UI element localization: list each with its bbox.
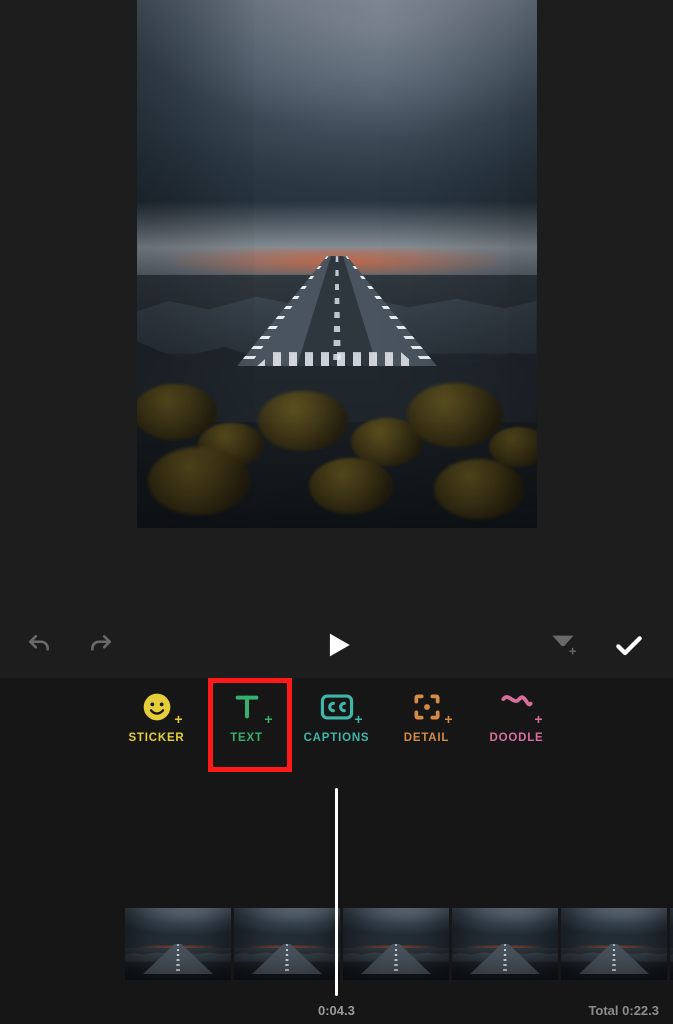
timeline[interactable]: 0:04.3 Total 0:22.3 [0,788,673,1024]
tool-doodle[interactable]: + DOODLE [482,690,552,744]
tool-text[interactable]: + TEXT [212,690,282,744]
tool-sticker[interactable]: + STICKER [122,690,192,744]
filter-button[interactable]: + [545,627,581,666]
tool-doodle-label: DOODLE [490,732,544,744]
focus-plus-icon: + [405,690,449,724]
timeline-clip-strip[interactable] [125,908,673,980]
play-button[interactable] [316,624,358,669]
timeline-thumbnail[interactable] [343,908,449,980]
check-icon [613,649,645,664]
tool-captions-label: CAPTIONS [304,732,370,744]
tool-detail[interactable]: + DETAIL [392,690,462,744]
tool-sticker-label: STICKER [128,732,184,744]
tool-detail-label: DETAIL [404,732,449,744]
undo-icon [26,646,52,661]
playback-controls: + [0,614,673,678]
timeline-thumbnail[interactable] [234,908,340,980]
video-editor-screen: + + STICKER + [0,0,673,1024]
cc-plus-icon: + [315,690,359,724]
done-button[interactable] [609,625,649,668]
timeline-current-time: 0:04.3 [318,1003,355,1018]
tool-text-label: TEXT [230,732,263,744]
video-preview[interactable] [137,0,537,528]
tool-captions[interactable]: + CAPTIONS [302,690,372,744]
squiggle-plus-icon: + [495,690,539,724]
redo-icon [88,646,114,661]
smiley-plus-icon: + [135,690,179,724]
timeline-playhead[interactable] [335,788,338,996]
funnel-plus-icon: + [549,647,577,662]
tools-bar: + STICKER + TEXT + CAPTIONS [0,678,673,788]
undo-button[interactable] [22,628,56,665]
timeline-thumbnail[interactable] [125,908,231,980]
svg-text:+: + [569,643,577,658]
redo-button[interactable] [84,628,118,665]
preview-area [0,0,673,576]
timeline-total-time: Total 0:22.3 [588,1003,659,1018]
timeline-thumbnail[interactable] [561,908,667,980]
timeline-thumbnail[interactable] [452,908,558,980]
text-plus-icon: + [225,690,269,724]
play-icon [320,650,354,665]
